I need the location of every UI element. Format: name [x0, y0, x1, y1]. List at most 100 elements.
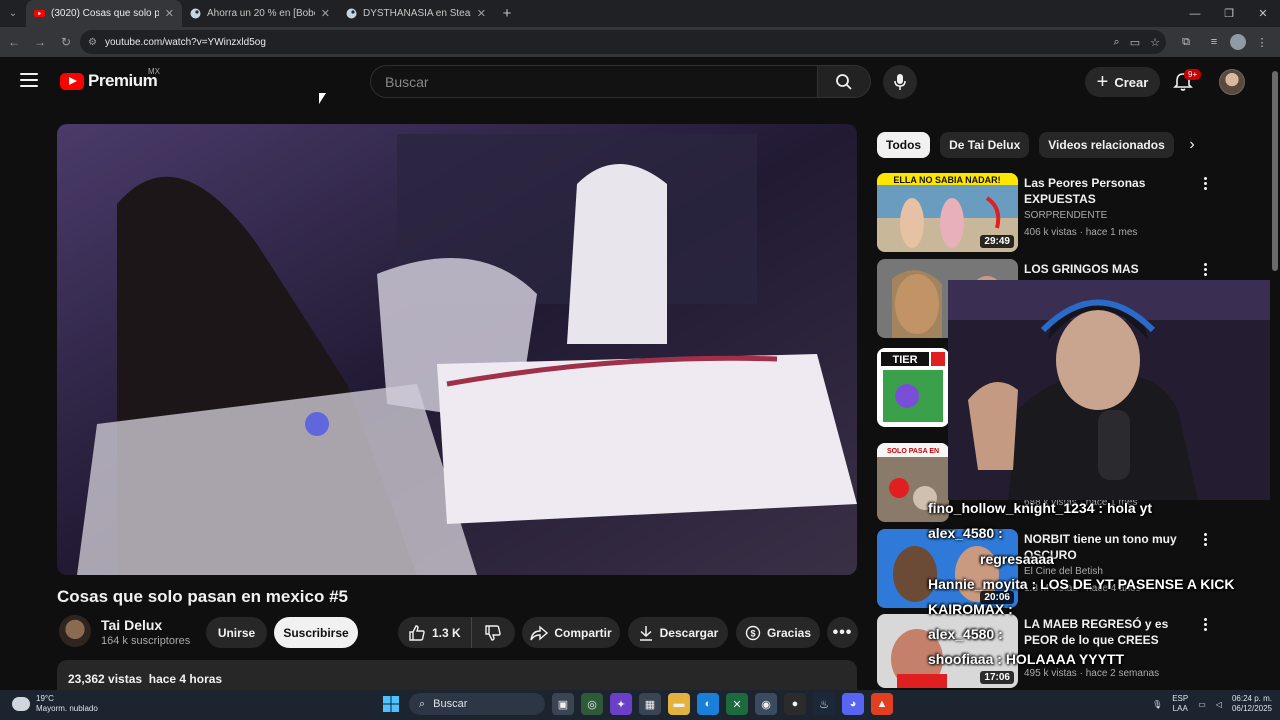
rec-title[interactable]: LA MAEB REGRESÓ y es PEOR de lo que CREE… — [1024, 616, 1194, 648]
steam-icon — [346, 8, 357, 19]
minimize-button[interactable]: — — [1178, 0, 1212, 27]
app-icon[interactable]: ▲ — [871, 693, 893, 715]
thumb-text: TIER — [892, 354, 917, 366]
search-icon: ⌕ — [419, 697, 426, 710]
more-vert-icon[interactable] — [1199, 261, 1211, 279]
store-icon[interactable]: ▦ — [639, 693, 661, 715]
tab-search-button[interactable]: ⌄ — [0, 0, 26, 27]
new-tab-button[interactable]: + — [494, 0, 520, 27]
logo-text: Premium — [88, 71, 158, 90]
browser-tab-youtube[interactable]: (3020) Cosas que solo pasan en mexico #5… — [26, 0, 182, 27]
like-button[interactable]: 1.3 K — [398, 617, 472, 648]
network-icon[interactable]: ▭ — [1198, 700, 1206, 709]
volume-icon[interactable]: ◁ — [1216, 700, 1222, 709]
weather-widget[interactable]: 19°C Mayorm. nublado — [12, 694, 98, 714]
close-tab-icon[interactable]: ✕ — [165, 7, 174, 20]
chat-message: alex_4580 : — [928, 626, 1003, 642]
chat-text: LOS DE YT PASENSE A KICK — [1040, 576, 1235, 592]
language-indicator[interactable]: ESP LAA — [1172, 694, 1188, 714]
video-thumbnail[interactable]: ELLA NO SABIA NADAR! 29:49 — [877, 173, 1018, 252]
windows-start-icon[interactable] — [380, 693, 402, 715]
zoom-icon[interactable]: ⌕ — [1114, 36, 1120, 49]
copilot-icon[interactable]: ✦ — [610, 693, 632, 715]
discord-icon[interactable]: ◕ — [842, 693, 864, 715]
search-button[interactable] — [817, 65, 871, 98]
download-label: Descargar — [659, 625, 719, 640]
create-button[interactable]: + Crear — [1085, 67, 1160, 97]
browser-tab-dysthanasia[interactable]: DYSTHANASIA en Steam ✕ — [338, 0, 494, 27]
browser-tab-bober[interactable]: Ahorra un 20 % en [Bober Bros] ✕ — [182, 0, 338, 27]
youtube-header: Premium MX Buscar + Crear 9+ — [0, 57, 1270, 107]
svg-text:$: $ — [750, 628, 755, 638]
windows-taskbar: 19°C Mayorm. nublado ⌕ Buscar ▣ ◎ ✦ ▦ ▬ … — [0, 690, 1280, 720]
forward-button[interactable]: → — [28, 30, 52, 54]
media-control-icon[interactable]: ≡ — [1202, 30, 1226, 54]
mic-tray-icon[interactable]: 🎙 — [1152, 700, 1162, 709]
menu-icon[interactable] — [20, 73, 38, 91]
close-tab-icon[interactable]: ✕ — [477, 7, 486, 20]
voice-search-button[interactable] — [883, 65, 917, 99]
more-vert-icon[interactable] — [1199, 175, 1211, 193]
dislike-button[interactable] — [472, 617, 502, 648]
more-vert-icon[interactable] — [1199, 616, 1211, 634]
video-thumbnail[interactable]: TIER — [877, 348, 949, 427]
edge-icon[interactable]: ◐ — [697, 693, 719, 715]
list-item[interactable]: 20:06 NORBIT tiene un tono muy OSCURO El… — [877, 529, 1217, 609]
back-button[interactable]: ← — [2, 30, 26, 54]
chat-message: KAIROMAX : — [928, 601, 1013, 617]
browser-menu-icon[interactable]: ⋮ — [1250, 30, 1274, 54]
close-tab-icon[interactable]: ✕ — [321, 7, 330, 20]
channel-name[interactable]: Tai Delux — [101, 617, 162, 633]
chip-related[interactable]: Videos relacionados — [1039, 132, 1174, 158]
xbox-icon[interactable]: ◎ — [581, 693, 603, 715]
steam-icon[interactable]: ♨ — [813, 693, 835, 715]
chat-user: alex_4580 — [928, 525, 995, 541]
thumb-text: ELLA NO SABIA NADAR! — [893, 175, 1000, 185]
account-avatar[interactable] — [1219, 69, 1245, 95]
subscribe-button[interactable]: Suscribirse — [274, 617, 358, 648]
file-explorer-icon[interactable]: ▬ — [668, 693, 690, 715]
clock[interactable]: 06:24 p. m. 06/12/2025 — [1232, 694, 1272, 714]
chip-channel[interactable]: De Tai Delux — [940, 132, 1030, 158]
download-button[interactable]: Descargar — [628, 617, 728, 648]
youtube-logo[interactable]: Premium MX — [60, 67, 160, 91]
join-button[interactable]: Unirse — [206, 617, 267, 648]
search-icon — [836, 73, 852, 90]
video-player[interactable] — [57, 124, 857, 575]
channel-avatar[interactable] — [59, 615, 91, 647]
task-view-icon[interactable]: ▣ — [552, 693, 574, 715]
excel-icon[interactable]: ✕ — [726, 693, 748, 715]
bookmark-star-icon[interactable]: ☆ — [1150, 36, 1160, 49]
reload-button[interactable]: ↻ — [54, 30, 78, 54]
restore-button[interactable]: ❐ — [1212, 0, 1246, 27]
address-bar[interactable]: ⚙ youtube.com/watch?v=YWinzxld5og ⌕ ▭ ☆ — [80, 30, 1166, 54]
chevron-right-icon[interactable]: › — [1180, 134, 1204, 156]
more-actions-button[interactable]: ••• — [827, 617, 858, 648]
webcam-image — [948, 280, 1280, 500]
chip-todos[interactable]: Todos — [877, 132, 931, 158]
site-info-icon[interactable]: ⚙ — [88, 37, 97, 48]
scrollbar-thumb[interactable] — [1272, 71, 1278, 271]
thanks-button[interactable]: $ Gracias — [736, 617, 820, 648]
rec-title[interactable]: Las Peores Personas EXPUESTAS Vergonzosa… — [1024, 175, 1194, 207]
taskbar-search[interactable]: ⌕ Buscar — [409, 693, 545, 715]
chrome-icon[interactable]: ◉ — [755, 693, 777, 715]
close-window-button[interactable]: ✕ — [1246, 0, 1280, 27]
search-input[interactable]: Buscar — [370, 65, 818, 98]
time: 06:24 p. m. — [1231, 694, 1272, 703]
like-dislike-group: 1.3 K — [398, 617, 515, 648]
profile-icon[interactable] — [1230, 34, 1246, 50]
rec-channel[interactable]: SORPRENDENTE — [1024, 210, 1107, 221]
youtube-play-icon — [60, 72, 84, 90]
extensions-icon[interactable]: ⧉ — [1174, 30, 1198, 54]
page-scrollbar[interactable] — [1270, 57, 1280, 690]
list-item[interactable]: ELLA NO SABIA NADAR! 29:49 Las Peores Pe… — [877, 173, 1217, 253]
cloud-icon — [12, 697, 30, 711]
obs-icon[interactable]: ● — [784, 693, 806, 715]
window-controls: — ❐ ✕ — [1178, 0, 1280, 27]
share-button[interactable]: Compartir — [522, 617, 620, 648]
download-icon — [639, 625, 652, 641]
more-vert-icon[interactable] — [1199, 531, 1211, 549]
cast-icon[interactable]: ▭ — [1130, 36, 1140, 49]
chat-user: fino_hollow_knight_1234 — [928, 500, 1095, 516]
